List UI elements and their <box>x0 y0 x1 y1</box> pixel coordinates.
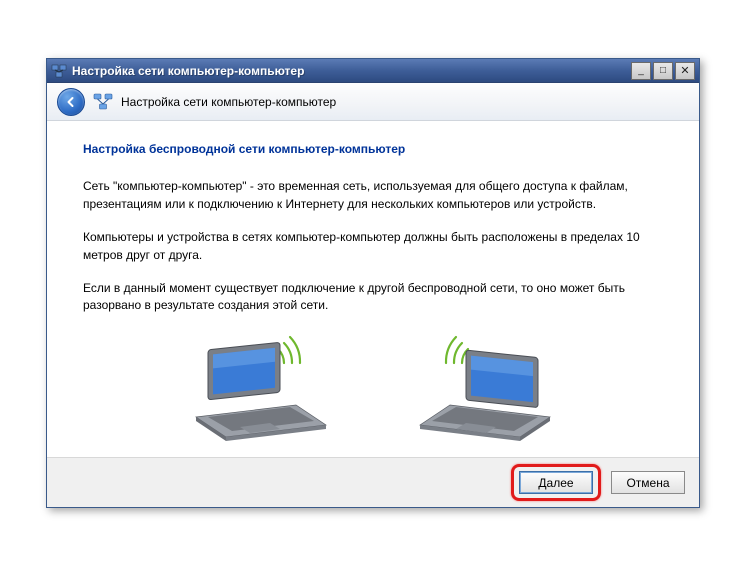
content-area: Настройка беспроводной сети компьютер-ко… <box>47 121 699 446</box>
wizard-window: Настройка сети компьютер-компьютер _ □ ✕… <box>46 58 700 508</box>
window-title: Настройка сети компьютер-компьютер <box>72 64 631 78</box>
laptop-right-icon <box>418 331 568 446</box>
maximize-button[interactable]: □ <box>653 62 673 80</box>
paragraph-3: Если в данный момент существует подключе… <box>83 280 663 315</box>
page-heading: Настройка беспроводной сети компьютер-ко… <box>83 141 663 158</box>
footer: Далее Отмена <box>47 457 699 507</box>
laptop-left-icon <box>178 331 328 446</box>
cancel-button[interactable]: Отмена <box>611 471 685 494</box>
titlebar: Настройка сети компьютер-компьютер _ □ ✕ <box>47 59 699 83</box>
back-button[interactable] <box>57 88 85 116</box>
window-controls: _ □ ✕ <box>631 62 695 80</box>
app-icon <box>51 63 67 79</box>
minimize-button[interactable]: _ <box>631 62 651 80</box>
highlight-annotation: Далее <box>511 464 601 501</box>
next-button[interactable]: Далее <box>519 471 593 494</box>
paragraph-1: Сеть "компьютер-компьютер" - это временн… <box>83 178 663 213</box>
header-strip: Настройка сети компьютер-компьютер <box>47 83 699 121</box>
network-icon <box>93 93 113 111</box>
close-button[interactable]: ✕ <box>675 62 695 80</box>
paragraph-2: Компьютеры и устройства в сетях компьюте… <box>83 229 663 264</box>
illustration <box>83 331 663 446</box>
header-title: Настройка сети компьютер-компьютер <box>121 95 336 109</box>
